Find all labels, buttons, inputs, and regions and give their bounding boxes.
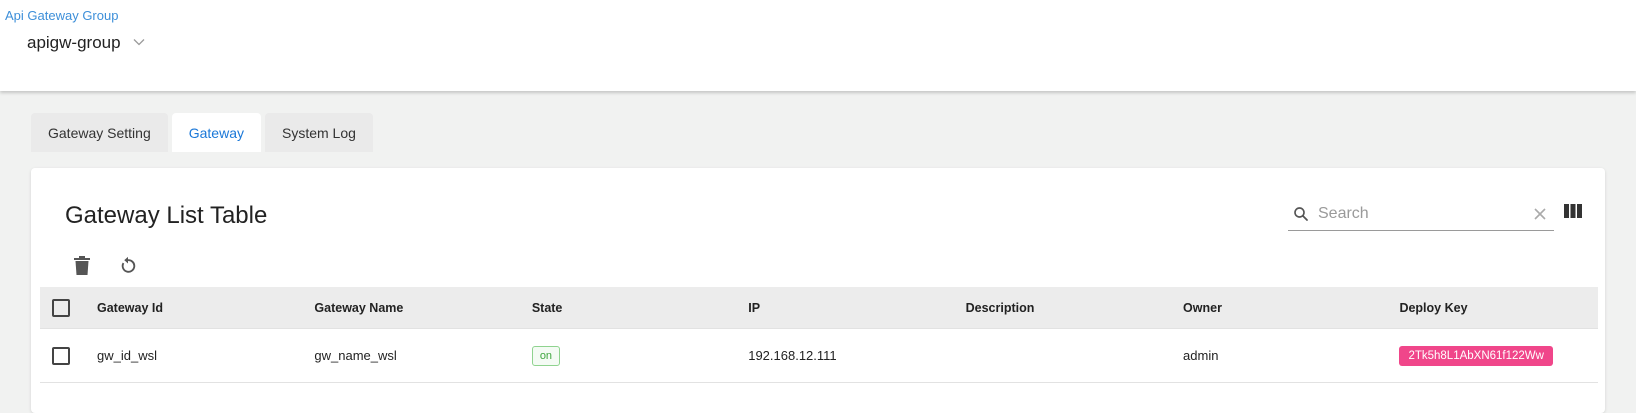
owner-cell: admin bbox=[1183, 348, 1219, 363]
column-header-deploy-key[interactable]: Deploy Key bbox=[1399, 301, 1598, 315]
gateway-list-card: Gateway List Table Gateway Id Gateway Na… bbox=[31, 168, 1605, 413]
tab-gateway-setting[interactable]: Gateway Setting bbox=[31, 113, 168, 152]
gateway-name-cell: gw_name_wsl bbox=[314, 348, 397, 363]
tab-system-log[interactable]: System Log bbox=[264, 113, 373, 152]
select-all-checkbox[interactable] bbox=[52, 298, 70, 317]
refresh-icon[interactable] bbox=[116, 254, 140, 278]
search-icon bbox=[1288, 205, 1316, 223]
row-checkbox[interactable] bbox=[52, 346, 70, 365]
state-cell: on bbox=[531, 345, 748, 366]
ip-cell: 192.168.12.111 bbox=[748, 348, 837, 363]
breadcrumb-link[interactable]: Api Gateway Group bbox=[5, 8, 118, 23]
deploy-key-cell: 2Tk5h8L1AbXN61f122Ww bbox=[1399, 345, 1598, 366]
close-icon[interactable] bbox=[1526, 207, 1554, 221]
search-box bbox=[1288, 198, 1554, 231]
column-header-gateway-id[interactable]: Gateway Id bbox=[97, 301, 314, 315]
table-actions bbox=[70, 254, 140, 278]
status-badge: on bbox=[531, 345, 561, 366]
column-header-ip[interactable]: IP bbox=[748, 301, 965, 315]
trash-icon[interactable] bbox=[70, 254, 94, 278]
view-column-icon[interactable] bbox=[1564, 204, 1582, 223]
table-title: Gateway List Table bbox=[65, 202, 268, 229]
group-select[interactable]: apigw-group bbox=[27, 33, 145, 53]
column-header-description[interactable]: Description bbox=[966, 301, 1183, 315]
chevron-down-icon bbox=[133, 33, 145, 51]
search-input[interactable] bbox=[1316, 205, 1526, 223]
gateway-table: Gateway Id Gateway Name State IP Descrip… bbox=[40, 287, 1598, 383]
table-row[interactable]: gw_id_wsl gw_name_wsl on 192.168.12.111 … bbox=[40, 329, 1598, 383]
table-header-row: Gateway Id Gateway Name State IP Descrip… bbox=[40, 287, 1598, 329]
column-header-state[interactable]: State bbox=[532, 301, 748, 315]
top-bar: Api Gateway Group apigw-group bbox=[0, 0, 1636, 91]
tab-bar: Gateway Setting Gateway System Log bbox=[31, 113, 373, 152]
column-header-gateway-name[interactable]: Gateway Name bbox=[314, 301, 531, 315]
tab-gateway[interactable]: Gateway bbox=[171, 113, 261, 152]
deploy-key-badge: 2Tk5h8L1AbXN61f122Ww bbox=[1399, 345, 1553, 366]
group-select-value: apigw-group bbox=[27, 33, 121, 52]
column-header-owner[interactable]: Owner bbox=[1183, 301, 1399, 315]
gateway-id-cell: gw_id_wsl bbox=[97, 348, 157, 363]
